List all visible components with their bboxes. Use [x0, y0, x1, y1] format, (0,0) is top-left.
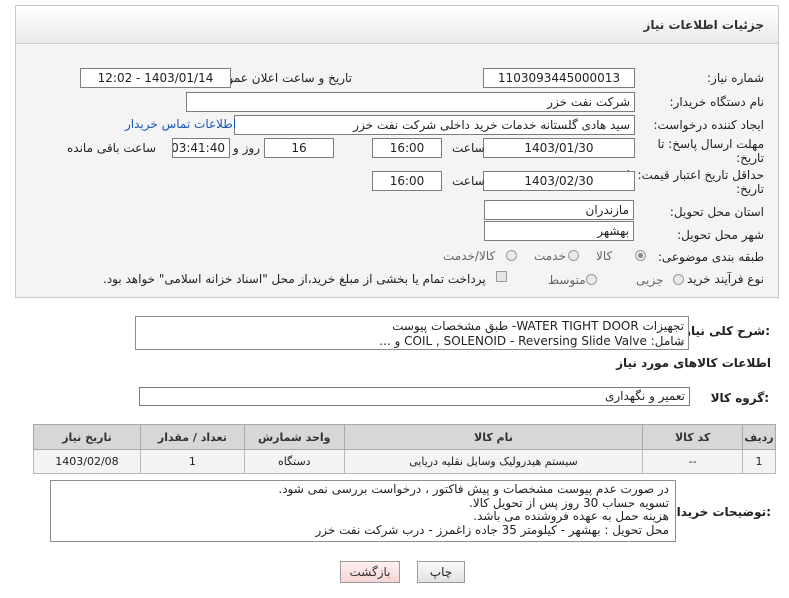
- description-line-2: شامل: COIL , SOLENOID - Reversing Slide …: [379, 334, 684, 348]
- notes-line: در صورت عدم پیوست مشخصات و پیش فاکتور ، …: [278, 482, 669, 496]
- reply-time-label: ساعت: [452, 141, 485, 155]
- panel-title: جزئیات اطلاعات نیاز: [643, 18, 764, 32]
- validity-date-field[interactable]: 1403/02/30: [483, 171, 635, 191]
- cell-unit: دستگاه: [243, 449, 345, 474]
- treasury-payment-note: پرداخت تمام یا بخشی از مبلغ خرید،از محل …: [103, 272, 486, 286]
- panel-header: جزئیات اطلاعات نیاز: [16, 6, 778, 44]
- buyer-org-label: نام دستگاه خریدار:: [669, 95, 765, 109]
- buyer-notes-field[interactable]: در صورت عدم پیوست مشخصات و پیش فاکتور ، …: [50, 480, 676, 542]
- purchase-type-label: نوع فرآیند خرید :: [679, 272, 764, 286]
- goods-info-title: اطلاعات کالاهای مورد نیاز: [616, 356, 771, 370]
- description-line-1: تجهیزات WATER TIGHT DOOR- طبق مشخصات پیو…: [392, 319, 684, 333]
- col-item-name: نام کالا: [343, 424, 644, 450]
- table-header-row: ردیف کد کالا نام کالا واحد شمارش تعداد /…: [33, 424, 776, 450]
- purchase-minor-radio[interactable]: [673, 274, 684, 285]
- announce-date-field[interactable]: 1403/01/14 - 12:02: [80, 68, 231, 88]
- back-button[interactable]: بازگشت: [340, 561, 400, 583]
- category-label: طبقه بندی موضوعی:: [657, 250, 764, 264]
- notes-line: تسویه حساب 30 روز پس از تحویل کالا.: [469, 495, 669, 510]
- purchase-minor-label: جزیی: [636, 273, 664, 287]
- validity-time-label: ساعت: [452, 174, 485, 188]
- cell-row-number: 1: [742, 449, 776, 474]
- col-need-date: تاریخ نیاز: [33, 424, 141, 450]
- remaining-time-field[interactable]: 03:41:40: [172, 138, 230, 158]
- city-field[interactable]: بهشهر: [484, 221, 634, 241]
- buyer-notes-label: توضیحات خریدار:: [669, 505, 771, 519]
- goods-group-label: گروه کالا:: [710, 391, 769, 405]
- notes-line: محل تحویل : بهشهر - کیلومتر 35 جاده زاغم…: [315, 522, 669, 537]
- category-goods-label: کالا: [596, 249, 613, 263]
- creator-label: ایجاد کننده درخواست:: [653, 118, 764, 132]
- table-row[interactable]: 1 -- سیستم هیدرولیک وسایل نقلیه دریایی د…: [33, 449, 776, 474]
- goods-group-field[interactable]: تعمیر و نگهداری: [139, 387, 690, 406]
- remaining-days-field[interactable]: 16: [264, 138, 334, 158]
- reply-date-field[interactable]: 1403/01/30: [483, 138, 635, 158]
- remaining-time-label: ساعت باقی مانده: [67, 141, 157, 155]
- price-validity-label-date: تاریخ:: [736, 182, 764, 196]
- cell-quantity: 1: [139, 449, 245, 474]
- category-goods-service-label: کالا/خدمت: [443, 249, 496, 263]
- city-label: شهر محل تحویل:: [677, 228, 764, 242]
- category-goods-service-radio[interactable]: [506, 250, 517, 261]
- category-goods-radio[interactable]: [635, 250, 646, 261]
- category-service-radio[interactable]: [568, 250, 579, 261]
- col-row-number: ردیف: [742, 424, 776, 450]
- description-label: شرح کلی نیاز:: [684, 324, 770, 338]
- price-validity-label: حداقل تاریخ اعتبار قیمت: تا: [626, 168, 764, 182]
- cell-item-code: --: [642, 449, 744, 474]
- col-unit: واحد شمارش: [243, 424, 345, 450]
- category-service-label: خدمت: [534, 249, 566, 263]
- description-field[interactable]: تجهیزات WATER TIGHT DOOR- طبق مشخصات پیو…: [135, 316, 689, 350]
- buyer-org-field[interactable]: شرکت نفت خزر: [186, 92, 635, 112]
- buyer-contact-link[interactable]: اطلاعات تماس خریدار: [125, 117, 236, 131]
- need-number-label: شماره نیاز:: [707, 71, 764, 85]
- province-label: استان محل تحویل:: [669, 205, 764, 219]
- validity-time-field[interactable]: 16:00: [372, 171, 442, 191]
- col-item-code: کد کالا: [642, 424, 744, 450]
- print-button[interactable]: چاپ: [417, 561, 465, 583]
- creator-field[interactable]: سید هادی گلستانه خدمات خرید داخلی شرکت ن…: [234, 115, 635, 135]
- col-quantity: تعداد / مقدار: [139, 424, 245, 450]
- province-field[interactable]: مازندران: [484, 200, 634, 220]
- treasury-payment-checkbox[interactable]: [496, 271, 507, 282]
- days-label: روز و: [233, 141, 260, 155]
- need-number-field[interactable]: 1103093445000013: [483, 68, 635, 88]
- goods-table: ردیف کد کالا نام کالا واحد شمارش تعداد /…: [33, 424, 776, 474]
- cell-item-name: سیستم هیدرولیک وسایل نقلیه دریایی: [343, 449, 644, 474]
- resize-handle-icon[interactable]: [677, 339, 685, 347]
- cell-need-date: 1403/02/08: [33, 449, 141, 474]
- purchase-medium-radio[interactable]: [586, 274, 597, 285]
- notes-line: هزینه حمل به عهده فروشنده می باشد.: [473, 509, 669, 523]
- reply-deadline-label-date: تاریخ:: [736, 151, 764, 165]
- reply-time-field[interactable]: 16:00: [372, 138, 442, 158]
- reply-deadline-label: مهلت ارسال پاسخ: تا: [657, 137, 764, 151]
- purchase-medium-label: متوسط: [548, 273, 586, 287]
